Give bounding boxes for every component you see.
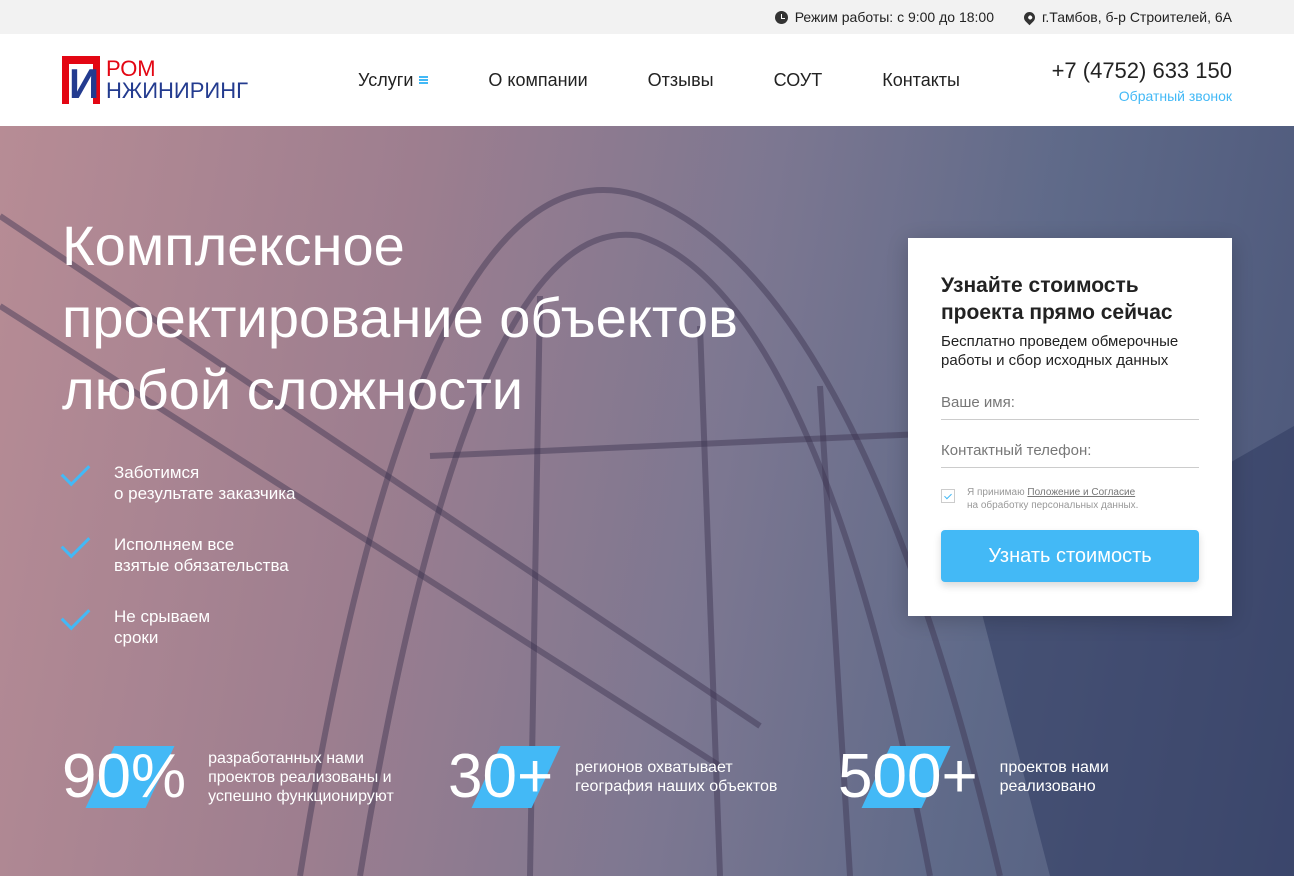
feature-text: взятые обязательства: [114, 556, 289, 575]
feature-item: Исполняем все взятые обязательства: [62, 534, 289, 576]
name-input[interactable]: Ваше имя:: [941, 384, 1199, 420]
hero: Комплексное проектирование объектов любо…: [0, 126, 1294, 876]
consent-text: Я принимаю: [967, 487, 1028, 498]
check-icon: [62, 534, 96, 558]
location-pin-icon: [1021, 9, 1038, 25]
stat-value: 90%: [62, 742, 187, 811]
hours-text: Режим работы: с 9:00 до 18:00: [794, 9, 994, 25]
feature-text: Не срываем: [114, 607, 211, 626]
feature-text: Исполняем все: [114, 535, 235, 554]
logo-mark: И: [62, 56, 100, 107]
logo-text: РОМ НЖИНИРИНГ: [106, 58, 248, 102]
phone-input[interactable]: Контактный телефон:: [941, 432, 1199, 468]
logo-line1: РОМ: [106, 56, 156, 81]
top-bar: Режим работы: с 9:00 до 18:00 г.Тамбов, …: [0, 0, 1294, 34]
nav-services[interactable]: Услуги: [358, 69, 429, 91]
nav-reviews[interactable]: Отзывы: [648, 70, 714, 91]
stat-item: 90% разработанных нами проектов реализова…: [62, 746, 408, 808]
consent-link[interactable]: Положение и Согласие: [1027, 487, 1135, 498]
stat-item: 30+ регионов охватывает география наших о…: [448, 746, 785, 808]
logo-letter: И: [69, 60, 100, 107]
address-text: г.Тамбов, б-р Строителей, 6А: [1041, 9, 1232, 25]
stat-value: 500+: [838, 742, 978, 811]
logo-line2: НЖИНИРИНГ: [106, 78, 249, 103]
feature-text: Заботимся: [114, 463, 200, 482]
stat-desc: регионов охватывает география наших объе…: [575, 759, 778, 795]
stat-item: 500+ проектов нами реализовано: [838, 746, 1130, 808]
feature-item: Заботимся о результате заказчика: [62, 462, 296, 504]
logo[interactable]: И РОМ НЖИНИРИНГ: [62, 56, 248, 107]
check-icon: [62, 606, 96, 630]
form-title: Узнайте стоимость проекта прямо сейчас: [941, 274, 1173, 324]
stat-desc: разработанных нами проектов реализованы …: [208, 749, 394, 805]
contact-block: +7 (4752) 633 150 Обратный звонок: [1052, 58, 1232, 104]
main-nav: Услуги О компании Отзывы СОУТ Контакты: [358, 70, 1020, 91]
stat-desc: проектов нами реализовано: [999, 759, 1109, 795]
nav-sout[interactable]: СОУТ: [774, 70, 823, 91]
check-icon: [62, 462, 96, 486]
stat-value: 30+: [448, 742, 554, 811]
menu-icon: [419, 76, 429, 84]
hero-title: Комплексное проектирование объектов любо…: [62, 214, 738, 421]
phone-number[interactable]: +7 (4752) 633 150: [1052, 58, 1232, 84]
feature-text: сроки: [114, 628, 159, 647]
working-hours: Режим работы: с 9:00 до 18:00: [774, 9, 994, 25]
submit-button[interactable]: Узнать стоимость: [941, 530, 1199, 582]
consent: Я принимаю Положение и Согласие на обрабо…: [941, 486, 1199, 512]
feature-text: о результате заказчика: [114, 484, 296, 503]
feature-item: Не срываем сроки: [62, 606, 210, 648]
nav-about[interactable]: О компании: [488, 70, 587, 91]
callback-link[interactable]: Обратный звонок: [1052, 88, 1232, 104]
address: г.Тамбов, б-р Строителей, 6А: [1021, 9, 1232, 25]
quote-form: Узнайте стоимость проекта прямо сейчас Б…: [908, 238, 1232, 616]
nav-contacts[interactable]: Контакты: [882, 70, 960, 91]
header: И РОМ НЖИНИРИНГ Услуги О компании Отзывы …: [0, 34, 1294, 126]
form-subtitle: Бесплатно проведем обмерочные работы и с…: [941, 333, 1179, 369]
consent-text: на обработку персональных данных.: [967, 500, 1139, 511]
consent-checkbox[interactable]: [941, 489, 955, 503]
clock-icon: [774, 10, 788, 24]
nav-label: Услуги: [358, 69, 414, 90]
